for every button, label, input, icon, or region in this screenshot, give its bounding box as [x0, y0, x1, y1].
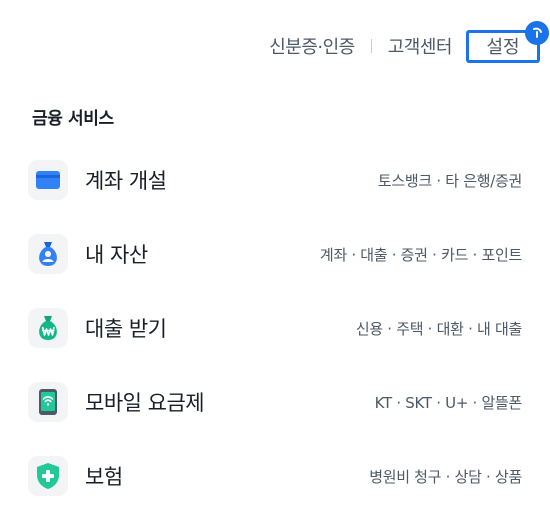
money-bag-person-icon	[28, 234, 68, 274]
top-navigation: 신분증·인증 고객센터 설정	[269, 20, 549, 66]
list-item-my-assets[interactable]: 내 자산 계좌 · 대출 · 증권 · 카드 · 포인트	[0, 217, 550, 291]
money-bag-won-icon	[28, 308, 68, 348]
id-auth-link[interactable]: 신분증·인증	[269, 33, 355, 59]
cursor-badge-icon	[525, 20, 549, 45]
list-item-title: 모바일 요금제	[85, 391, 205, 415]
list-item-mobile-plan[interactable]: 모바일 요금제 KT · SKT · U+ · 알뜰폰	[0, 365, 550, 439]
settings-button[interactable]: 설정	[466, 20, 549, 63]
list-item-desc: KT · SKT · U+ · 알뜰폰	[374, 393, 523, 412]
financial-services-list: 계좌 개설 토스뱅크 · 타 은행/증권 내 자산 계좌 · 대출 · 증권 ·…	[0, 143, 550, 513]
nav-divider	[370, 39, 372, 53]
list-item-desc: 신용 · 주택 · 대환 · 내 대출	[355, 319, 522, 338]
card-icon	[28, 160, 68, 200]
list-item-title: 내 자산	[85, 243, 148, 267]
list-item-desc: 병원비 청구 · 상담 · 상품	[369, 467, 522, 486]
shield-plus-icon	[28, 456, 68, 496]
list-item-title: 보험	[85, 465, 123, 489]
phone-wifi-icon	[28, 382, 68, 422]
list-item-get-loan[interactable]: 대출 받기 신용 · 주택 · 대환 · 내 대출	[0, 291, 550, 365]
customer-center-link[interactable]: 고객센터	[388, 33, 453, 59]
settings-label: 설정	[486, 37, 520, 58]
list-item-title: 대출 받기	[85, 317, 167, 341]
list-item-insurance[interactable]: 보험 병원비 청구 · 상담 · 상품	[0, 439, 550, 513]
list-item-desc: 계좌 · 대출 · 증권 · 카드 · 포인트	[319, 245, 522, 264]
section-title: 금융 서비스	[32, 109, 114, 129]
list-item-open-account[interactable]: 계좌 개설 토스뱅크 · 타 은행/증권	[0, 143, 550, 217]
list-item-title: 계좌 개설	[85, 169, 167, 193]
list-item-desc: 토스뱅크 · 타 은행/증권	[377, 171, 522, 190]
